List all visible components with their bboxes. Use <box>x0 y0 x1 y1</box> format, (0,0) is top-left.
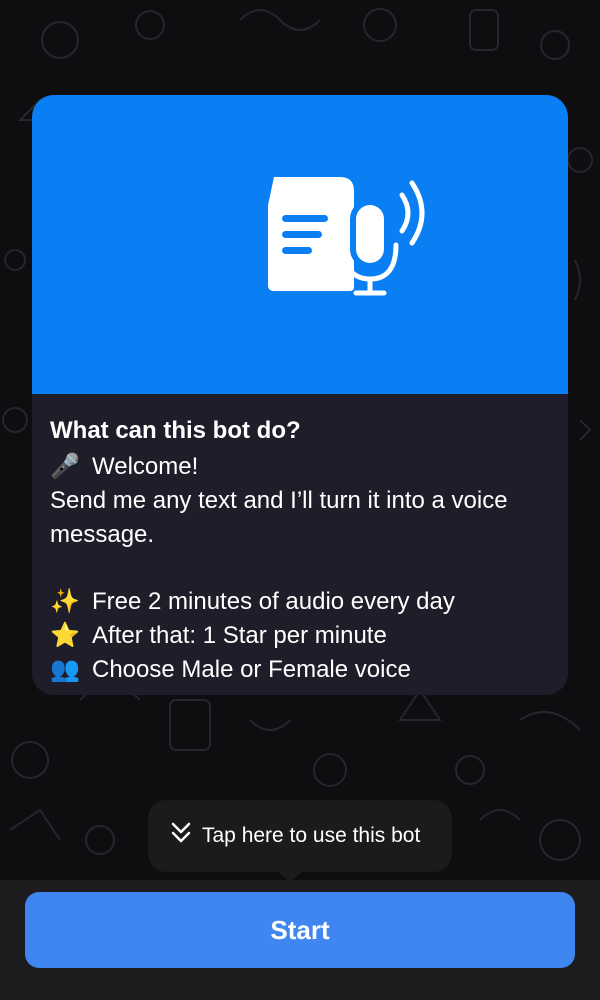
people-icon: 👥 <box>50 656 80 683</box>
use-bot-tooltip[interactable]: Tap here to use this bot <box>148 800 452 872</box>
feature-text: After that: 1 Star per minute <box>92 622 387 649</box>
feature-line-star-price: ⭐ After that: 1 Star per minute <box>50 619 550 653</box>
bot-hero-banner <box>32 95 568 394</box>
feature-text: Choose Male or Female voice <box>92 656 411 683</box>
tooltip-text: Tap here to use this bot <box>202 824 421 847</box>
bot-description-title: What can this bot do? <box>50 417 301 444</box>
microphone-icon: 🎤 <box>50 453 80 480</box>
feature-line-free-minutes: ✨ Free 2 minutes of audio every day <box>50 585 550 619</box>
feature-text: Free 2 minutes of audio every day <box>92 588 455 615</box>
document-microphone-icon <box>268 177 425 296</box>
bot-description: What can this bot do? 🎤 Welcome! Send me … <box>32 394 568 687</box>
chevron-double-down-icon <box>170 821 192 851</box>
welcome-line: 🎤 Welcome! <box>50 450 550 484</box>
intro-line: Send me any text and I’ll turn it into a… <box>50 487 515 548</box>
bot-info-card: What can this bot do? 🎤 Welcome! Send me … <box>32 95 568 695</box>
feature-line-voice-choice: 👥 Choose Male or Female voice <box>50 653 550 687</box>
star-icon: ⭐ <box>50 622 80 649</box>
start-button[interactable]: Start <box>25 892 575 968</box>
sparkles-icon: ✨ <box>50 588 80 615</box>
welcome-text: Welcome! <box>92 453 199 480</box>
